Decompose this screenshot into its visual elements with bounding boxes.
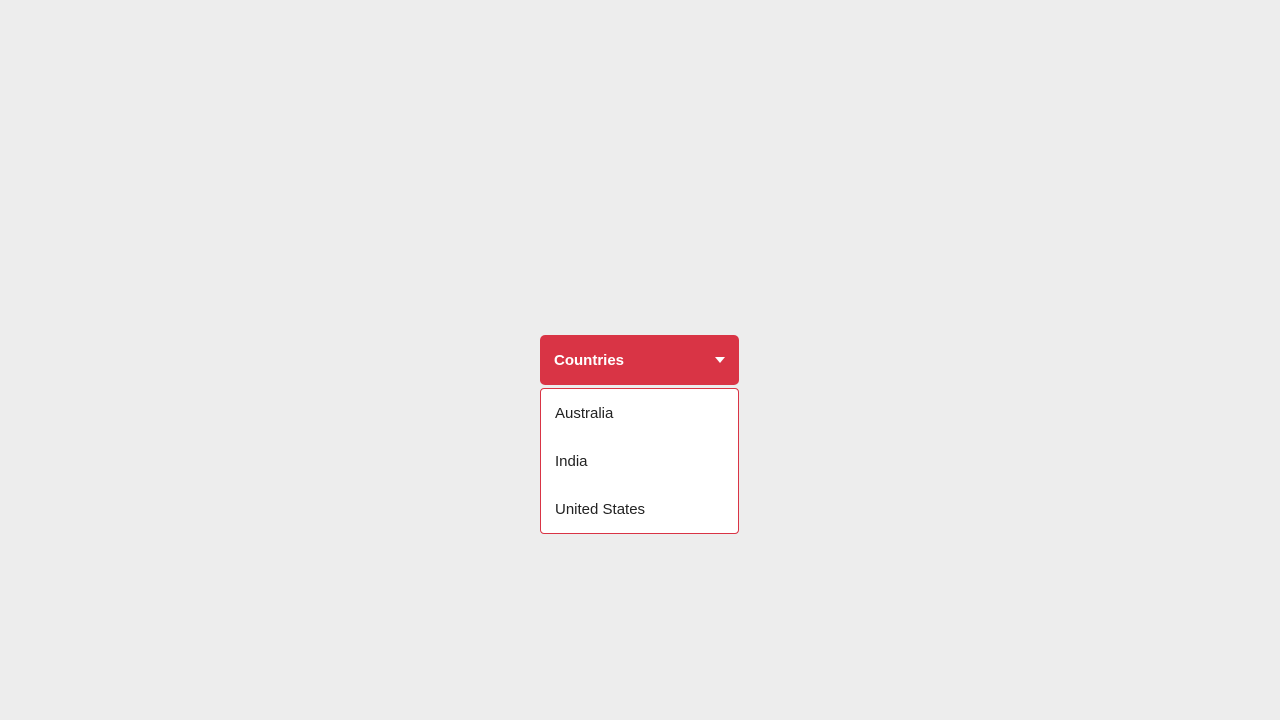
countries-dropdown-label: Countries xyxy=(554,352,624,369)
caret-down-icon xyxy=(713,353,727,367)
list-item-label: United States xyxy=(555,501,645,518)
page-root: Countries Australia India United States xyxy=(0,0,1280,720)
list-item-label: Australia xyxy=(555,405,613,422)
countries-dropdown-button[interactable]: Countries xyxy=(540,335,739,385)
countries-dropdown-item-australia[interactable]: Australia xyxy=(541,389,738,437)
list-item-label: India xyxy=(555,453,588,470)
countries-dropdown-item-india[interactable]: India xyxy=(541,437,738,485)
countries-dropdown-item-united-states[interactable]: United States xyxy=(541,485,738,533)
countries-dropdown-panel: Australia India United States xyxy=(540,388,739,534)
countries-dropdown: Countries Australia India United States xyxy=(540,335,739,534)
